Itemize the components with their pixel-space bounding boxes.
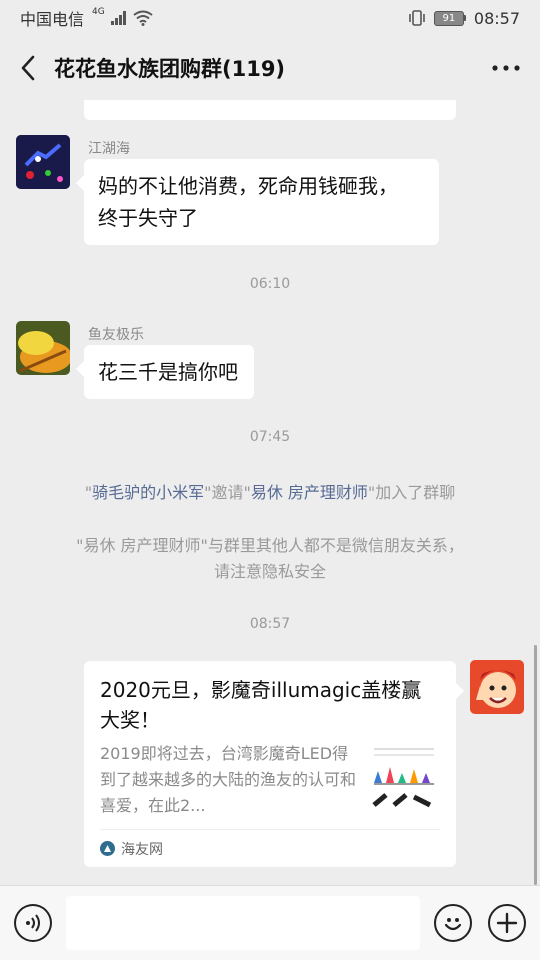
battery-level: 91	[433, 10, 464, 26]
my-avatar[interactable]	[470, 660, 524, 714]
chat-title: 花花鱼水族团购群(119)	[54, 57, 286, 81]
carrier-label: 中国电信	[20, 10, 85, 29]
clock: 08:57	[473, 8, 520, 28]
avatar-image	[16, 321, 70, 375]
scrollbar[interactable]	[534, 645, 537, 885]
battery-icon: 91	[433, 10, 466, 26]
sender-name: 江湖海	[88, 141, 130, 157]
source-logo-icon	[100, 841, 115, 856]
card-description: 2019即将过去，台湾影魔奇LED得到了越来越多的大陆的渔友的认可和喜爱，在此2…	[100, 744, 356, 815]
system-message-privacy: "易休 房产理财师"与群里其他人都不是微信朋友关系， 请注意隐私安全	[76, 536, 464, 581]
signal-icon	[110, 11, 126, 25]
timestamp: 08:57	[249, 616, 291, 632]
sender-name: 鱼友极乐	[88, 327, 144, 343]
message-text-line: 妈的不让他消费，死命用钱砸我，	[98, 174, 398, 198]
message-bubble[interactable]: 妈的不让他消费，死命用钱砸我， 终于失守了	[76, 159, 439, 245]
emoji-icon	[444, 918, 462, 931]
more-dots-icon	[492, 65, 520, 71]
link-card[interactable]: 2020元旦，影魔奇illumagic盖楼赢大奖！ 2019即将过去，台湾影魔奇…	[84, 661, 464, 867]
input-bar	[0, 885, 540, 960]
card-source-name: 海友网	[121, 841, 163, 858]
message-list[interactable]: 们走 江湖海 妈的不让他消费，死命用钱砸我， 终于失守了 06:10 鱼友极乐 …	[0, 100, 540, 885]
back-button[interactable]	[14, 48, 42, 88]
partial-message-bubble[interactable]: 们走	[84, 100, 456, 120]
card-title: 2020元旦，影魔奇illumagic盖楼赢大奖！	[100, 678, 422, 732]
invitee-link[interactable]: 易休 房产理财师	[251, 483, 368, 502]
status-bar: 中国电信 4G 91 08:57	[0, 0, 540, 36]
network-type: 4G	[92, 7, 105, 17]
plus-icon	[496, 912, 518, 934]
message-input[interactable]	[65, 896, 420, 950]
card-source: 海友网	[100, 829, 440, 867]
card-thumbnail	[368, 743, 440, 815]
inviter-link[interactable]: 骑毛驴的小米军	[92, 483, 204, 502]
avatar-yuyoujile[interactable]	[16, 321, 70, 375]
timestamp: 07:45	[249, 429, 291, 445]
chat-header: 花花鱼水族团购群(119)	[0, 36, 540, 100]
wifi-icon	[133, 10, 153, 26]
voice-button[interactable]	[14, 904, 52, 942]
chevron-left-icon	[21, 55, 35, 81]
emoji-button[interactable]	[434, 904, 472, 942]
avatar-jianghuhai[interactable]	[16, 135, 70, 189]
message-text-line: 终于失守了	[98, 206, 198, 230]
more-button[interactable]	[486, 48, 526, 88]
avatar-image	[16, 135, 70, 189]
timestamp: 06:10	[249, 276, 291, 292]
vibrate-icon	[409, 10, 425, 26]
plus-button[interactable]	[488, 904, 526, 942]
voice-icon	[25, 914, 40, 932]
message-text: 花三千是搞你吧	[98, 360, 238, 384]
system-message-invite: "骑毛驴的小米军"邀请"易休 房产理财师"加入了群聊	[84, 483, 456, 502]
avatar-image	[470, 660, 524, 714]
message-bubble[interactable]: 花三千是搞你吧	[76, 345, 254, 399]
